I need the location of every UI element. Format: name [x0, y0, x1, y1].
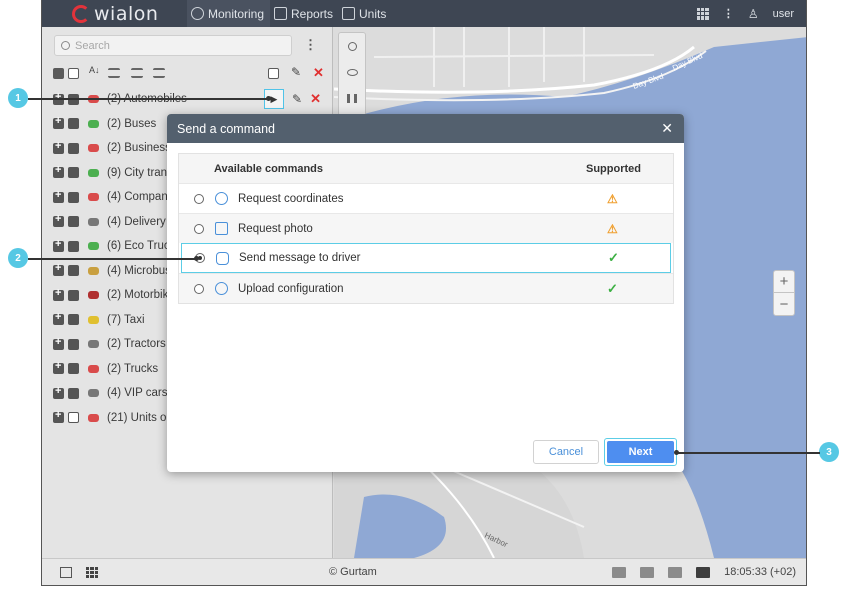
callout-2-dot: [194, 256, 199, 261]
callout-3-dot: [674, 450, 679, 455]
warning-icon: ⚠: [607, 221, 618, 236]
callout-2: 2: [8, 248, 28, 268]
command-row-selected[interactable]: Send message to driver ✓: [181, 243, 671, 273]
commands-table: Available commands Supported Request coo…: [178, 153, 674, 304]
callout-2-line: [28, 258, 196, 260]
check-icon: ✓: [607, 280, 618, 296]
dialog-header: Send a command ✕: [167, 114, 684, 143]
col-supported: Supported: [586, 162, 641, 175]
wialon-app: wialon Monitoring Reports Units ⋮ ♙ user: [41, 0, 807, 586]
command-name: Request photo: [238, 222, 313, 235]
upload-config-icon: [215, 282, 228, 295]
crosshair-icon: [215, 192, 228, 205]
check-icon: ✓: [608, 250, 619, 265]
command-row[interactable]: Upload configuration ✓: [179, 273, 673, 303]
cancel-button[interactable]: Cancel: [533, 440, 599, 464]
send-command-dialog: Send a command ✕ Available commands Supp…: [167, 114, 684, 472]
callout-1-dot: [266, 96, 271, 101]
command-radio[interactable]: [194, 283, 204, 294]
command-name: Upload configuration: [238, 282, 344, 295]
col-available-commands: Available commands: [214, 162, 324, 175]
callout-1: 1: [8, 88, 28, 108]
next-button[interactable]: Next: [607, 441, 674, 463]
command-radio[interactable]: [194, 193, 204, 204]
close-icon[interactable]: ✕: [661, 120, 673, 137]
dialog-title: Send a command: [177, 121, 275, 136]
callout-3-line: [676, 452, 820, 454]
callout-1-line: [28, 98, 268, 100]
command-name: Send message to driver: [239, 252, 361, 264]
warning-icon: ⚠: [607, 191, 618, 206]
command-row[interactable]: Request coordinates ⚠: [179, 183, 673, 213]
photo-icon: [215, 222, 228, 235]
command-name: Request coordinates: [238, 192, 344, 205]
command-radio[interactable]: [194, 223, 204, 234]
message-icon: [216, 251, 229, 265]
callout-3: 3: [819, 442, 839, 462]
commands-table-header: Available commands Supported: [179, 154, 673, 183]
command-row[interactable]: Request photo ⚠: [179, 213, 673, 243]
